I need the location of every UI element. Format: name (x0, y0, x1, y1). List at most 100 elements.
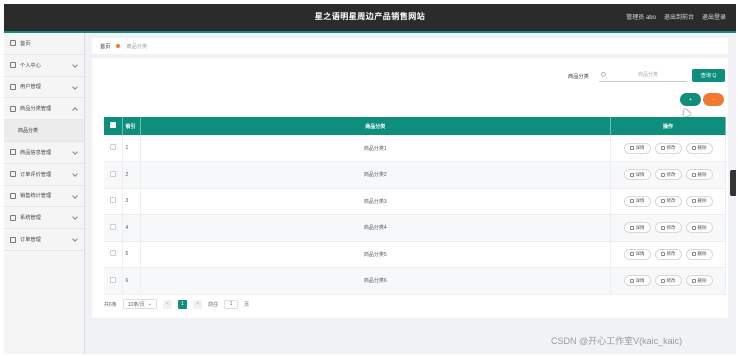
edit-icon (660, 278, 665, 283)
logout-link[interactable]: 退出登录 (702, 12, 726, 21)
sidebar-item-category[interactable]: 商品分类管理 (4, 98, 84, 121)
row-checkbox[interactable] (109, 170, 116, 177)
add-button[interactable]: + (680, 93, 701, 106)
app-window: 星之语明星周边产品销售网站 管理员 abo 退出到前台 退出登录 首页 个人中心… (4, 4, 736, 354)
prev-page-button[interactable]: < (162, 299, 172, 309)
delete-label: 删除 (697, 198, 707, 204)
delete-button[interactable]: 删除 (685, 222, 713, 234)
sidebar-item-home[interactable]: 首页 (4, 33, 84, 55)
sidebar-subitem-category[interactable]: 商品分类 (4, 120, 84, 142)
back-to-front-link[interactable]: 退出到前台 (664, 12, 694, 21)
row-checkbox-cell[interactable] (104, 135, 123, 162)
batch-delete-button[interactable]: - (703, 93, 724, 106)
edit-label: 修改 (666, 277, 676, 283)
edit-button[interactable]: 修改 (654, 142, 682, 154)
row-category-name: 商品分类4 (140, 214, 611, 241)
page-unit-label: 页 (243, 301, 249, 308)
category-icon (10, 105, 16, 112)
edit-label: 修改 (666, 198, 676, 204)
row-category-name: 商品分类2 (140, 161, 611, 188)
category-table: 索引 商品分类 操作 1 商品分类1 详情 修改 删除 2 商品分类2 详情 修改 删除 3 商品分类… (104, 117, 726, 295)
detail-button[interactable]: 详情 (623, 275, 651, 287)
edit-icon (660, 199, 665, 204)
page-size-select[interactable]: 10条/页 ⌄ (122, 299, 157, 309)
search-button[interactable]: 查询 Q (692, 69, 725, 82)
delete-button[interactable]: 删除 (685, 195, 713, 207)
edit-button[interactable]: 修改 (654, 169, 682, 181)
select-all-checkbox[interactable] (109, 122, 116, 128)
row-checkbox-cell[interactable] (104, 188, 123, 215)
detail-icon (629, 172, 634, 177)
row-index: 6 (122, 267, 141, 294)
row-checkbox-cell[interactable] (104, 214, 123, 241)
header-links: 管理员 abo 退出到前台 退出登录 (626, 12, 726, 21)
search-input[interactable] (599, 68, 687, 82)
delete-icon (691, 172, 696, 177)
delete-icon (691, 199, 696, 204)
detail-button[interactable]: 详情 (623, 222, 651, 234)
detail-label: 详情 (635, 224, 645, 230)
row-index: 3 (122, 188, 141, 215)
users-icon (10, 83, 16, 90)
row-actions: 详情 修改 删除 (610, 241, 726, 268)
detail-button[interactable]: 详情 (623, 142, 651, 154)
sidebar-item-profile[interactable]: 个人中心 (4, 55, 84, 77)
content-panel: 商品分类 查询 Q + - 索引 商品分类 操作 1商品分类1详情修改删除2商品… (92, 58, 728, 318)
delete-button[interactable]: 删除 (685, 275, 713, 287)
edit-icon (660, 146, 665, 150)
sidebar-item-label: 首页 (20, 40, 31, 47)
page-size-value: 10条/页 (127, 301, 145, 308)
edit-button[interactable]: 修改 (654, 195, 682, 207)
detail-button[interactable]: 详情 (623, 169, 651, 181)
sidebar-item-label: 系统管理 (20, 215, 41, 222)
sidebar-item-goods[interactable]: 商品信息管理 (4, 142, 84, 164)
breadcrumb-home[interactable]: 首页 (100, 43, 110, 50)
sidebar-item-comments[interactable]: 订单评价管理 (4, 164, 84, 186)
header-checkbox-cell[interactable] (104, 117, 123, 135)
row-index: 5 (122, 241, 141, 268)
row-checkbox[interactable] (109, 223, 116, 230)
sidebar-item-label: 订单评价管理 (20, 171, 52, 178)
sidebar-item-system[interactable]: 系统管理 (4, 207, 84, 230)
header-category: 商品分类 (140, 117, 611, 135)
sidebar-item-label: 销售统计管理 (20, 193, 52, 200)
pager-total: 共6条 (104, 301, 117, 308)
edit-button[interactable]: 修改 (654, 248, 682, 260)
delete-icon (691, 278, 696, 283)
system-icon (10, 214, 16, 221)
row-checkbox[interactable] (109, 250, 116, 257)
sidebar-item-label: 用户管理 (20, 84, 41, 91)
chevron-down-icon (72, 236, 78, 243)
edit-button[interactable]: 修改 (654, 222, 682, 234)
detail-label: 详情 (635, 145, 645, 150)
row-checkbox-cell[interactable] (104, 267, 123, 294)
edit-icon (660, 252, 665, 257)
row-category-name: 商品分类6 (140, 267, 611, 294)
sidebar-item-stats[interactable]: 销售统计管理 (4, 186, 84, 208)
detail-label: 详情 (635, 251, 645, 257)
detail-button[interactable]: 详情 (623, 248, 651, 260)
delete-button[interactable]: 删除 (685, 142, 713, 154)
row-checkbox[interactable] (109, 197, 116, 204)
row-checkbox-cell[interactable] (104, 241, 123, 268)
row-index: 1 (122, 135, 141, 162)
detail-button[interactable]: 详情 (623, 195, 651, 207)
row-checkbox-cell[interactable] (104, 161, 123, 188)
chevron-down-icon (72, 149, 78, 155)
edit-button[interactable]: 修改 (654, 275, 682, 287)
sidebar-item-orders[interactable]: 订单管理 (4, 229, 84, 251)
delete-button[interactable]: 删除 (685, 169, 713, 181)
row-checkbox[interactable] (109, 144, 116, 150)
chevron-down-icon (72, 192, 78, 199)
sidebar-item-users[interactable]: 用户管理 (4, 77, 84, 99)
row-category-name: 商品分类3 (140, 188, 611, 215)
goto-page-input[interactable]: 1 (223, 299, 238, 309)
row-checkbox[interactable] (109, 276, 116, 283)
next-page-button[interactable]: > (192, 299, 202, 309)
page-number-current[interactable]: 1 (177, 299, 187, 309)
detail-icon (629, 225, 634, 230)
header-actions: 操作 (610, 117, 726, 135)
side-collapse-handle[interactable] (730, 170, 736, 196)
row-index: 2 (122, 161, 141, 188)
delete-button[interactable]: 删除 (685, 248, 713, 260)
